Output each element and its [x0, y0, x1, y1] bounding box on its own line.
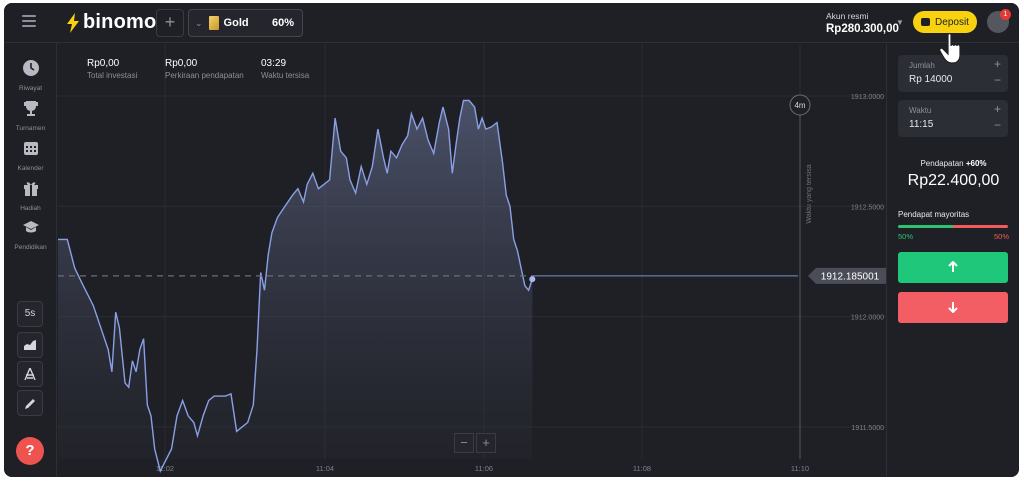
up-button[interactable] — [898, 252, 1008, 283]
stat-value: Rp0,00 — [87, 58, 120, 69]
bolt-icon — [67, 12, 79, 33]
time-minus-button[interactable]: − — [994, 118, 1001, 132]
left-sidebar: Riwayat Turnamen Kalender Hadiah Pendidi… — [4, 43, 57, 477]
account-balance: Rp280.300,00 — [826, 23, 899, 35]
time-value[interactable]: 11:15 — [909, 119, 933, 130]
payout-value: Rp22.400,00 — [907, 172, 1000, 189]
zoom-out-button[interactable]: − — [454, 433, 474, 453]
amount-label: Jumlah — [909, 61, 935, 70]
chart-type-button[interactable] — [17, 332, 43, 358]
price-chart[interactable]: 11:02 11:04 11:06 11:08 11:10 1913.0000 1912.5… — [57, 44, 886, 477]
sidebar-item-label: Kalender — [17, 165, 44, 172]
account-selector[interactable]: Akun resmi Rp280.300,00 — [826, 11, 899, 35]
zoom-controls: − + — [454, 433, 496, 453]
top-bar: binomo + ⌄ Gold 60% Akun resmi Rp280.300… — [4, 3, 1019, 43]
calendar-icon — [23, 142, 38, 155]
majority-up-fill — [898, 225, 953, 228]
trophy-icon — [23, 101, 38, 116]
x-tick-label: 11:08 — [633, 464, 651, 473]
sidebar-item-pendidikan[interactable]: Pendidikan — [4, 218, 57, 251]
notification-badge: 1 — [1000, 9, 1011, 20]
amount-value[interactable]: Rp 14000 — [909, 74, 952, 85]
graduation-cap-icon — [22, 221, 39, 233]
chart-series — [57, 99, 533, 474]
sidebar-item-label: Hadiah — [20, 205, 41, 212]
logo: binomo — [66, 11, 156, 34]
amount-plus-button[interactable]: + — [994, 57, 1001, 71]
stat-label: Perkiraan pendapatan — [165, 71, 244, 80]
sidebar-item-turnamen[interactable]: Turnamen — [4, 99, 57, 132]
sidebar-item-hadiah[interactable]: Hadiah — [4, 179, 57, 212]
arrow-up-icon — [948, 261, 958, 272]
amount-minus-button[interactable]: − — [994, 73, 1001, 87]
asset-payout: 60% — [271, 17, 294, 29]
price-area — [58, 100, 533, 472]
expiry-label: Waktu yang tersisa — [806, 164, 813, 223]
y-tick-label: 1911.5000 — [851, 425, 884, 432]
asset-name: Gold — [223, 17, 249, 29]
help-button[interactable]: ? — [16, 437, 44, 465]
majority-down-fill — [953, 225, 1008, 228]
majority-up-percent: 50% — [898, 232, 914, 241]
caret-down-icon[interactable]: ▼ — [896, 18, 904, 27]
stat-value: 03:29 — [261, 58, 287, 69]
hand-cursor-icon — [939, 33, 961, 64]
stat-label: Total investasi — [87, 71, 138, 80]
add-asset-button[interactable]: + — [156, 9, 184, 37]
stat-total-investment: Rp0,00 Total investasi — [87, 58, 137, 80]
expiry-marker-label: 4m — [794, 101, 805, 110]
gold-bar-icon — [208, 16, 219, 30]
time-field[interactable]: Waktu 11:15 + − — [898, 100, 1008, 137]
indicators-button[interactable] — [17, 361, 43, 387]
sidebar-item-label: Riwayat — [18, 85, 43, 92]
asset-tab-gold[interactable]: ⌄ Gold 60% — [188, 9, 303, 37]
x-tick-label: 11:06 — [475, 464, 493, 473]
majority-down-percent: 50% — [994, 232, 1010, 241]
drawing-button[interactable] — [17, 390, 43, 416]
x-tick-label: 11:04 — [316, 464, 334, 473]
stat-estimated-income: Rp0,00 Perkiraan pendapatan — [165, 58, 244, 80]
menu-icon[interactable] — [22, 15, 36, 27]
stat-label: Waktu tersisa — [261, 71, 310, 80]
wallet-icon — [921, 18, 931, 26]
down-button[interactable] — [898, 292, 1008, 323]
pencil-icon — [24, 399, 35, 409]
sidebar-item-riwayat[interactable]: Riwayat — [4, 59, 57, 92]
y-tick-label: 1913.0000 — [851, 94, 884, 101]
indicators-icon — [24, 367, 36, 381]
time-label: Waktu — [909, 106, 932, 115]
chart-canvas[interactable]: 11:02 11:04 11:06 11:08 11:101913.00001912.5… — [57, 44, 886, 477]
timeframe-button[interactable]: 5s — [17, 301, 43, 327]
arrow-down-icon — [948, 302, 958, 313]
payout-percent: +60% — [965, 159, 987, 168]
time-plus-button[interactable]: + — [994, 102, 1001, 116]
account-type: Akun resmi — [826, 11, 869, 21]
sidebar-item-label: Pendidikan — [14, 244, 47, 251]
gift-icon — [23, 182, 38, 196]
trade-panel: Jumlah Rp 14000 + − Waktu 11:15 + − Pend… — [886, 44, 1019, 477]
sidebar-item-kalender[interactable]: Kalender — [4, 139, 57, 172]
trading-window: binomo + ⌄ Gold 60% Akun resmi Rp280.300… — [4, 3, 1019, 477]
payout-label-text: Pendapatan — [920, 159, 964, 168]
chart-type-icon — [24, 340, 36, 350]
zoom-in-button[interactable]: + — [476, 433, 496, 453]
x-tick-label: 11:10 — [791, 464, 809, 473]
current-price-label: 1912.185001 — [821, 271, 880, 282]
stat-value: Rp0,00 — [165, 58, 198, 69]
y-tick-label: 1912.5000 — [851, 204, 884, 211]
deposit-label: Deposit — [935, 16, 969, 28]
majority-bar — [898, 225, 1008, 228]
current-price-dot — [529, 276, 536, 283]
logo-text: binomo — [83, 11, 157, 33]
deposit-button[interactable]: Deposit — [913, 11, 977, 33]
chevron-down-icon[interactable]: ⌄ — [195, 18, 203, 29]
sidebar-item-label: Turnamen — [15, 125, 46, 132]
majority-label: Pendapat mayoritas — [898, 210, 970, 219]
payout-label: Pendapatan +60% — [887, 159, 1019, 168]
y-tick-label: 1912.0000 — [851, 315, 884, 322]
clock-icon — [22, 60, 39, 76]
stat-time-left: 03:29 Waktu tersisa — [261, 58, 309, 80]
